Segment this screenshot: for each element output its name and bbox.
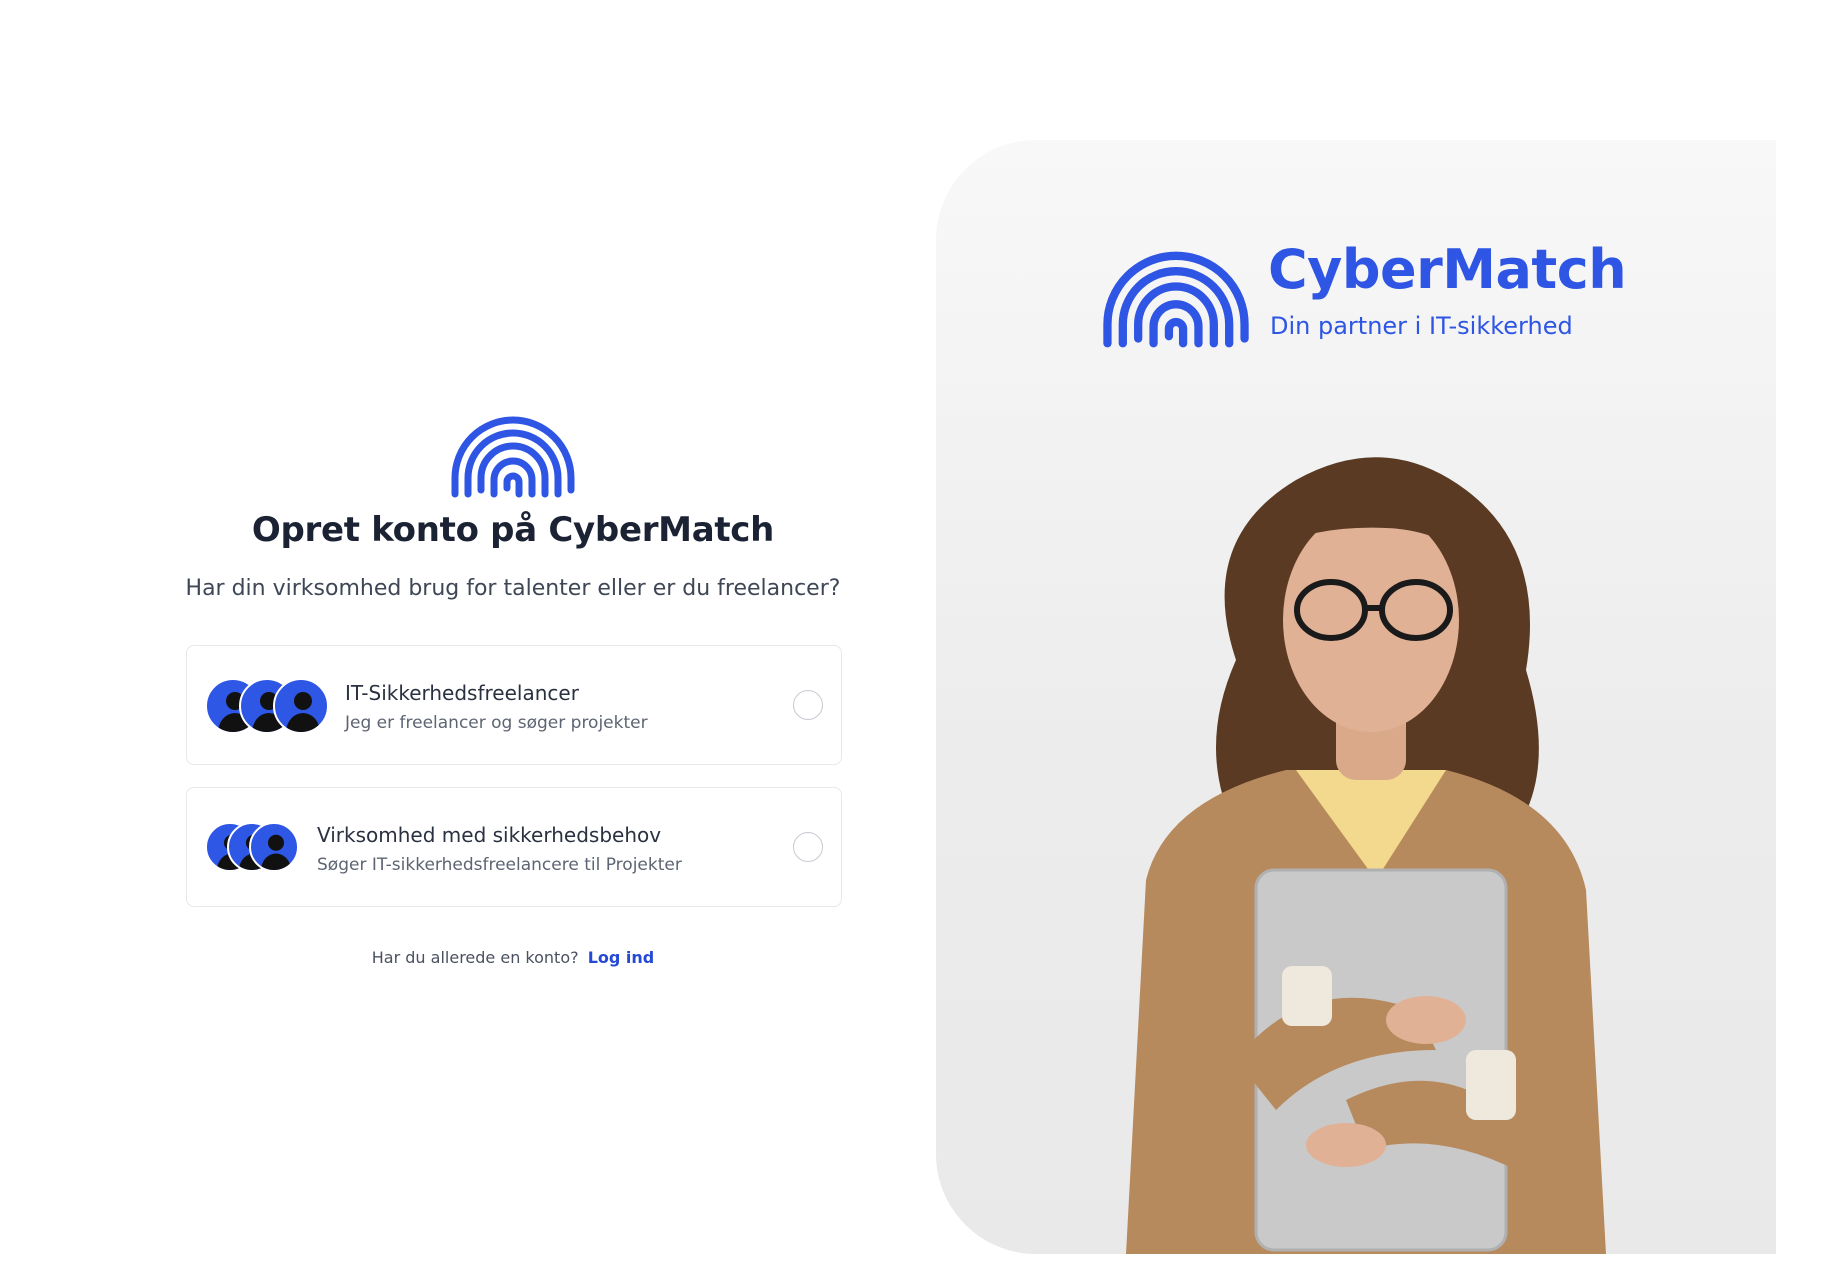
avatar	[249, 822, 299, 872]
fingerprint-arch-icon	[451, 416, 575, 498]
page-title: Opret konto på CyberMatch	[251, 510, 775, 550]
login-prompt-text: Har du allerede en konto?	[371, 948, 579, 967]
option-radio[interactable]	[793, 832, 823, 862]
option-title: Virksomhed med sikkerhedsbehov	[317, 823, 662, 847]
brand-name: CyberMatch	[1268, 238, 1627, 301]
option-card-freelancer[interactable]: IT-Sikkerhedsfreelancer Jeg er freelance…	[186, 645, 842, 765]
option-card-company[interactable]: Virksomhed med sikkerhedsbehov Søger IT-…	[186, 787, 842, 907]
signup-panel: Opret konto på CyberMatch Har din virkso…	[0, 0, 928, 1276]
option-radio[interactable]	[793, 690, 823, 720]
login-prompt-row: Har du allerede en konto? Log ind	[0, 948, 1026, 967]
login-link[interactable]: Log ind	[588, 948, 655, 967]
fingerprint-arch-icon	[1103, 251, 1249, 348]
portrait-image	[1126, 457, 1606, 1254]
hero-panel: CyberMatch Din partner i IT-sikkerhed	[936, 140, 1776, 1254]
option-title: IT-Sikkerhedsfreelancer	[345, 681, 579, 705]
brand-tagline: Din partner i IT-sikkerhed	[1270, 312, 1573, 340]
avatar	[273, 678, 329, 734]
page-subtitle: Har din virksomhed brug for talenter ell…	[185, 576, 841, 601]
option-description: Jeg er freelancer og søger projekter	[345, 713, 648, 733]
option-description: Søger IT-sikkerhedsfreelancere til Proje…	[317, 855, 682, 875]
